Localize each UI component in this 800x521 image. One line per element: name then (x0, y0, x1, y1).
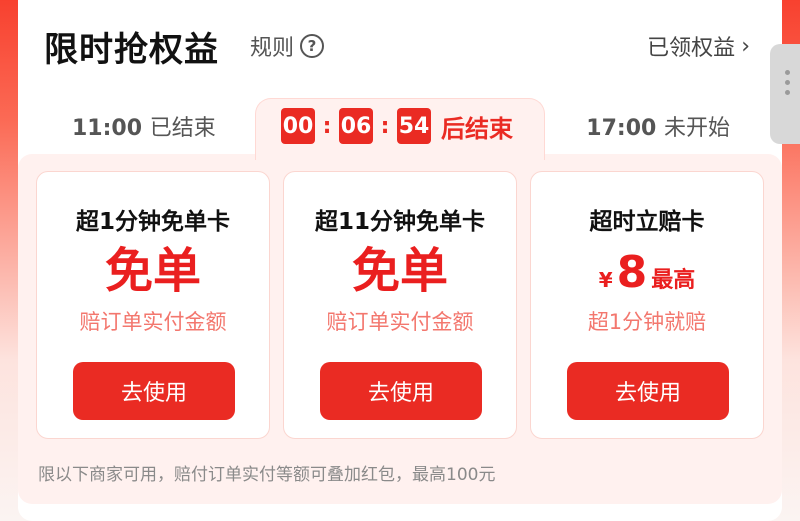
card-subtitle: 赔订单实付金额 (326, 310, 474, 334)
use-button[interactable]: 去使用 (73, 362, 235, 420)
card-title: 超1分钟免单卡 (75, 209, 230, 235)
countdown-timer: 00 : 06 : 54 后结束 (281, 108, 513, 144)
tab-session-past[interactable]: 11:00 已结束 (72, 110, 216, 142)
countdown-suffix: 后结束 (441, 114, 513, 143)
chevron-right-icon: › (741, 33, 750, 59)
countdown-minutes: 06 (339, 108, 373, 144)
coupon-card-1min-free: 超1分钟免单卡 免单 赔订单实付金额 去使用 (36, 171, 270, 439)
tab-session-next[interactable]: 17:00 未开始 (586, 110, 730, 142)
session-time: 17:00 (586, 116, 657, 141)
claimed-rights-link[interactable]: 已领权益 › (647, 30, 750, 62)
card-subtitle: 赔订单实付金额 (79, 310, 227, 334)
session-state: 已结束 (149, 116, 216, 141)
card-title: 超时立赔卡 (589, 209, 705, 235)
rules-link[interactable]: 规则 ? (250, 30, 325, 62)
dot (785, 80, 790, 85)
coupon-card-11min-free: 超11分钟免单卡 免单 赔订单实付金额 去使用 (283, 171, 517, 439)
session-state: 未开始 (663, 116, 730, 141)
dot (785, 90, 790, 95)
claimed-rights-label: 已领权益 (647, 36, 736, 61)
countdown-colon: : (322, 113, 332, 139)
footnote: 限以下商家可用，赔付订单实付等额可叠加红包，最高100元 (38, 465, 496, 485)
countdown-colon: : (380, 113, 390, 139)
coupon-card-overtime-compensation: 超时立赔卡 ¥ 8 最高 超1分钟就赔 去使用 (530, 171, 764, 439)
help-glyph: ? (307, 37, 317, 55)
card-title: 超11分钟免单卡 (314, 209, 485, 235)
amount-suffix: 最高 (651, 268, 696, 293)
question-circle-icon: ? (300, 34, 325, 58)
use-button[interactable]: 去使用 (567, 362, 729, 420)
card-subtitle: 超1分钟就赔 (587, 310, 707, 334)
page-title: 限时抢权益 (44, 30, 219, 70)
card-value: 免单 (104, 243, 201, 299)
more-vertical-icon[interactable] (785, 70, 790, 95)
dot (785, 70, 790, 75)
countdown-hours: 00 (281, 108, 315, 144)
countdown-seconds: 54 (397, 108, 431, 144)
session-time: 11:00 (72, 116, 143, 141)
use-button[interactable]: 去使用 (320, 362, 482, 420)
card-value: ¥ 8 最高 (531, 244, 763, 310)
amount: 8 (616, 247, 648, 298)
card-value: 免单 (351, 243, 448, 299)
currency-symbol: ¥ (598, 268, 613, 292)
rules-label: 规则 (250, 36, 295, 61)
